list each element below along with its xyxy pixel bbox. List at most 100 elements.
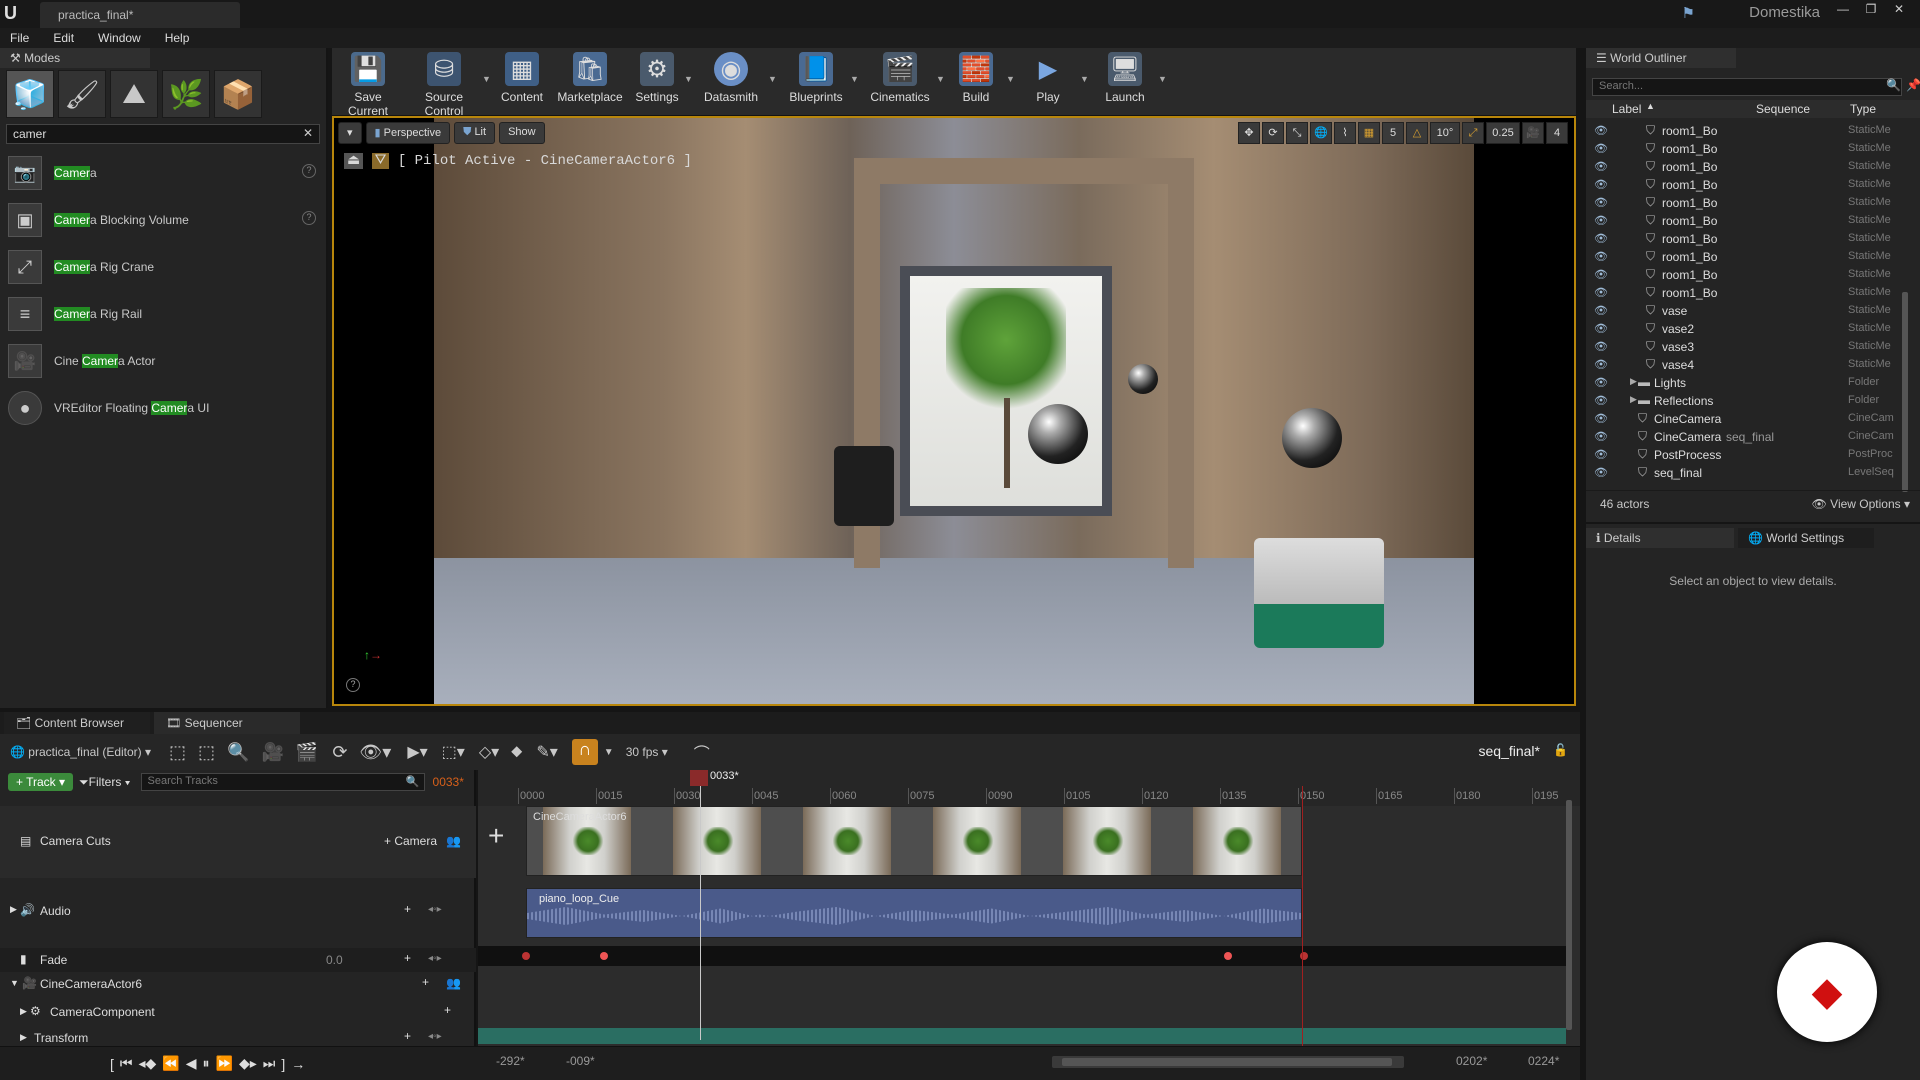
- paint-mode-icon[interactable]: 🖌: [58, 70, 106, 118]
- save-sequence-icon[interactable]: ⬚: [169, 742, 186, 763]
- blueprints-button[interactable]: 📘 Blueprints: [784, 52, 848, 112]
- fade-section[interactable]: [478, 946, 1566, 966]
- visibility-eye-icon[interactable]: 👁: [1594, 214, 1608, 227]
- visibility-eye-icon[interactable]: 👁: [1594, 358, 1608, 371]
- visibility-eye-icon[interactable]: 👁: [1594, 376, 1608, 389]
- marketplace-button[interactable]: 🛍 Marketplace: [554, 52, 626, 112]
- pause-icon[interactable]: ⏸: [203, 1055, 210, 1072]
- visibility-eye-icon[interactable]: 👁: [1594, 322, 1608, 335]
- fade-key[interactable]: [600, 952, 608, 960]
- camera-create-icon[interactable]: 🎥: [261, 742, 283, 763]
- visibility-eye-icon[interactable]: 👁: [1594, 124, 1608, 137]
- outliner-row[interactable]: 👁 ⛉ room1_Bo StaticMe: [1586, 122, 1920, 140]
- world-space-icon[interactable]: 🌐: [1310, 122, 1332, 144]
- timeline-vscroll[interactable]: [1566, 800, 1572, 1030]
- add-cut-icon[interactable]: +: [488, 820, 504, 852]
- translate-icon[interactable]: ✥: [1238, 122, 1260, 144]
- outliner-row[interactable]: 👁 ⛉ CineCamera seq_final CineCam: [1586, 428, 1920, 446]
- track-camera-component[interactable]: ▶ ⚙ CameraComponent +: [0, 1000, 476, 1024]
- auto-key-icon[interactable]: ⬥: [511, 743, 522, 761]
- outliner-row[interactable]: 👁 ⛉ vase StaticMe: [1586, 302, 1920, 320]
- cinematics-dropdown-icon[interactable]: ▼: [936, 74, 945, 84]
- outliner-scrollbar[interactable]: [1902, 292, 1908, 492]
- range-end[interactable]: 0224*: [1528, 1054, 1559, 1068]
- result-camera-blocking-volume[interactable]: ▣ Camera Blocking Volume ?: [8, 197, 324, 243]
- add-track-button[interactable]: + Track ▾: [8, 773, 74, 791]
- visibility-eye-icon[interactable]: 👁: [1594, 286, 1608, 299]
- cinematics-button[interactable]: 🎬 Cinematics: [864, 52, 936, 112]
- add-to-actor-button[interactable]: +: [422, 975, 429, 989]
- perspective-button[interactable]: ▮ Perspective: [365, 122, 451, 144]
- snap-icon[interactable]: ∩: [571, 739, 598, 765]
- expand-arrow-icon[interactable]: ▶: [1630, 394, 1637, 405]
- build-button[interactable]: 🧱 Build: [952, 52, 1000, 112]
- fps-dropdown[interactable]: 30 fps ▾: [626, 745, 668, 759]
- curve-editor-icon[interactable]: ⌒: [694, 740, 710, 764]
- visibility-eye-icon[interactable]: 👁: [1594, 232, 1608, 245]
- jump-start-icon[interactable]: [: [110, 1056, 114, 1072]
- visibility-eye-icon[interactable]: 👁: [1594, 394, 1608, 407]
- outliner-row[interactable]: 👁 ▶ ▬ Reflections Folder: [1586, 392, 1920, 410]
- play-dropdown-icon[interactable]: ▼: [1080, 74, 1089, 84]
- step-back-icon[interactable]: ⏪: [162, 1055, 179, 1072]
- track-cine-camera-actor[interactable]: ▼ 🎥 CineCameraActor6 + 👥: [0, 972, 476, 996]
- playhead-handle[interactable]: [690, 770, 708, 786]
- edit-tool-icon[interactable]: ✎▾: [536, 742, 557, 762]
- render-movie-icon[interactable]: 🎬: [296, 742, 318, 763]
- step-to-start-icon[interactable]: ⏮: [120, 1055, 133, 1072]
- view-range-end[interactable]: 0202*: [1456, 1054, 1487, 1068]
- result-cine-camera-actor[interactable]: 🎥 Cine Camera Actor: [8, 338, 324, 384]
- visibility-eye-icon[interactable]: 👁: [1594, 142, 1608, 155]
- playback-options-icon[interactable]: ▶▾: [407, 742, 427, 762]
- menu-help[interactable]: Help: [165, 31, 190, 45]
- range-start[interactable]: -292*: [496, 1054, 525, 1068]
- current-frame-field[interactable]: 0033*: [433, 775, 464, 789]
- outliner-row[interactable]: 👁 ⛉ room1_Bo StaticMe: [1586, 194, 1920, 212]
- outliner-row[interactable]: 👁 ⛉ vase3 StaticMe: [1586, 338, 1920, 356]
- rotation-snap-value[interactable]: 10°: [1430, 122, 1460, 144]
- outliner-row[interactable]: 👁 ⛉ vase2 StaticMe: [1586, 320, 1920, 338]
- world-outliner-tab[interactable]: ☰ World Outliner: [1586, 48, 1736, 68]
- visibility-eye-icon[interactable]: 👁: [1594, 340, 1608, 353]
- help-icon[interactable]: ?: [302, 211, 316, 225]
- add-transform-key-button[interactable]: +: [404, 1029, 411, 1043]
- expand-arrow-icon[interactable]: ▶: [20, 1006, 27, 1017]
- blueprints-dropdown-icon[interactable]: ▼: [850, 74, 859, 84]
- add-component-button[interactable]: +: [444, 1003, 451, 1017]
- sequencer-tab[interactable]: 🎞 Sequencer: [154, 712, 300, 734]
- add-audio-button[interactable]: +: [404, 902, 411, 916]
- selection-mode-icon[interactable]: ⬚▾: [442, 742, 465, 762]
- grid-snap-icon[interactable]: ▦: [1358, 122, 1380, 144]
- sort-icon[interactable]: ▲: [1646, 101, 1655, 111]
- col-sequence[interactable]: Sequence: [1756, 102, 1810, 116]
- outliner-row[interactable]: 👁 ⛉ vase4 StaticMe: [1586, 356, 1920, 374]
- view-options-icon[interactable]: 👁▾: [359, 742, 391, 763]
- key-nav-icon[interactable]: ◂◦▸: [428, 904, 442, 915]
- loop-icon[interactable]: →: [291, 1056, 305, 1072]
- visibility-eye-icon[interactable]: 👁: [1594, 178, 1608, 191]
- key-nav-icon[interactable]: ◂◦▸: [428, 1031, 442, 1042]
- content-button[interactable]: ▦ Content: [494, 52, 550, 112]
- outliner-row[interactable]: 👁 ⛉ room1_Bo StaticMe: [1586, 140, 1920, 158]
- actor-bind-icon[interactable]: 👥: [446, 976, 461, 990]
- fade-key[interactable]: [1224, 952, 1232, 960]
- expand-arrow-icon[interactable]: ▶: [1630, 376, 1637, 387]
- clear-search-icon[interactable]: ✕: [303, 126, 313, 140]
- menu-edit[interactable]: Edit: [53, 31, 74, 45]
- place-mode-icon[interactable]: 🧊: [6, 70, 54, 118]
- minimize-button[interactable]: —: [1830, 2, 1856, 20]
- playhead[interactable]: [700, 770, 701, 1040]
- outliner-row[interactable]: 👁 ▶ ▬ Lights Folder: [1586, 374, 1920, 392]
- fade-key[interactable]: [522, 952, 530, 960]
- close-window-button[interactable]: ✕: [1886, 2, 1912, 20]
- result-camera[interactable]: 📷 Camera ?: [8, 150, 324, 196]
- add-camera-button[interactable]: + Camera: [384, 834, 437, 848]
- geometry-mode-icon[interactable]: 📦: [214, 70, 262, 118]
- prev-key-icon[interactable]: ◂◆: [139, 1055, 157, 1072]
- camera-speed-value[interactable]: 4: [1546, 122, 1568, 144]
- viewport-help-icon[interactable]: ?: [346, 678, 360, 692]
- pin-icon[interactable]: 📌: [1906, 78, 1920, 92]
- audio-section[interactable]: piano_loop_Cue: [526, 888, 1302, 938]
- settings-button[interactable]: ⚙ Settings: [630, 52, 684, 112]
- timeline-hscroll-thumb[interactable]: [1062, 1058, 1392, 1066]
